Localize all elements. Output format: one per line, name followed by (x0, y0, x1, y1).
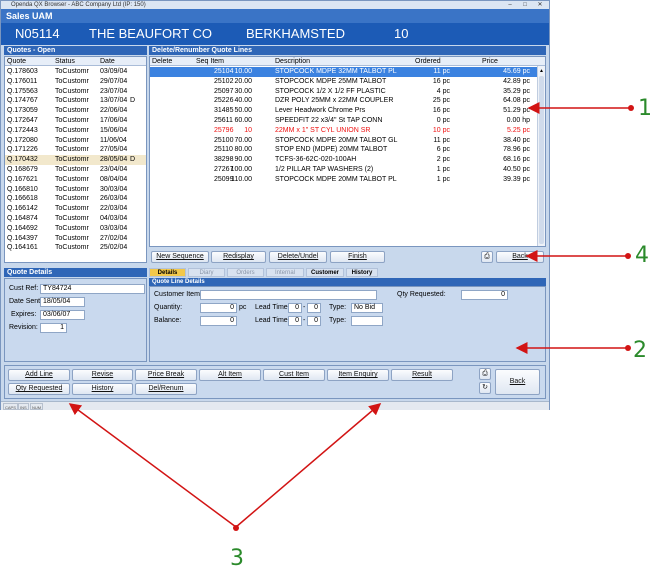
callout-1-label: 1 (638, 96, 652, 121)
callout-3-arrow-right (235, 403, 382, 528)
callout-1-dot (628, 105, 634, 111)
callout-2-label: 2 (633, 338, 647, 363)
callout-4-label: 4 (635, 243, 649, 268)
callout-arrows (68, 102, 634, 531)
callout-2-dot (625, 345, 631, 351)
callout-3-label: 3 (230, 546, 244, 571)
callout-4-dot (625, 253, 631, 259)
callout-3-arrow-left (68, 403, 237, 528)
callout-3-dot (233, 525, 239, 531)
